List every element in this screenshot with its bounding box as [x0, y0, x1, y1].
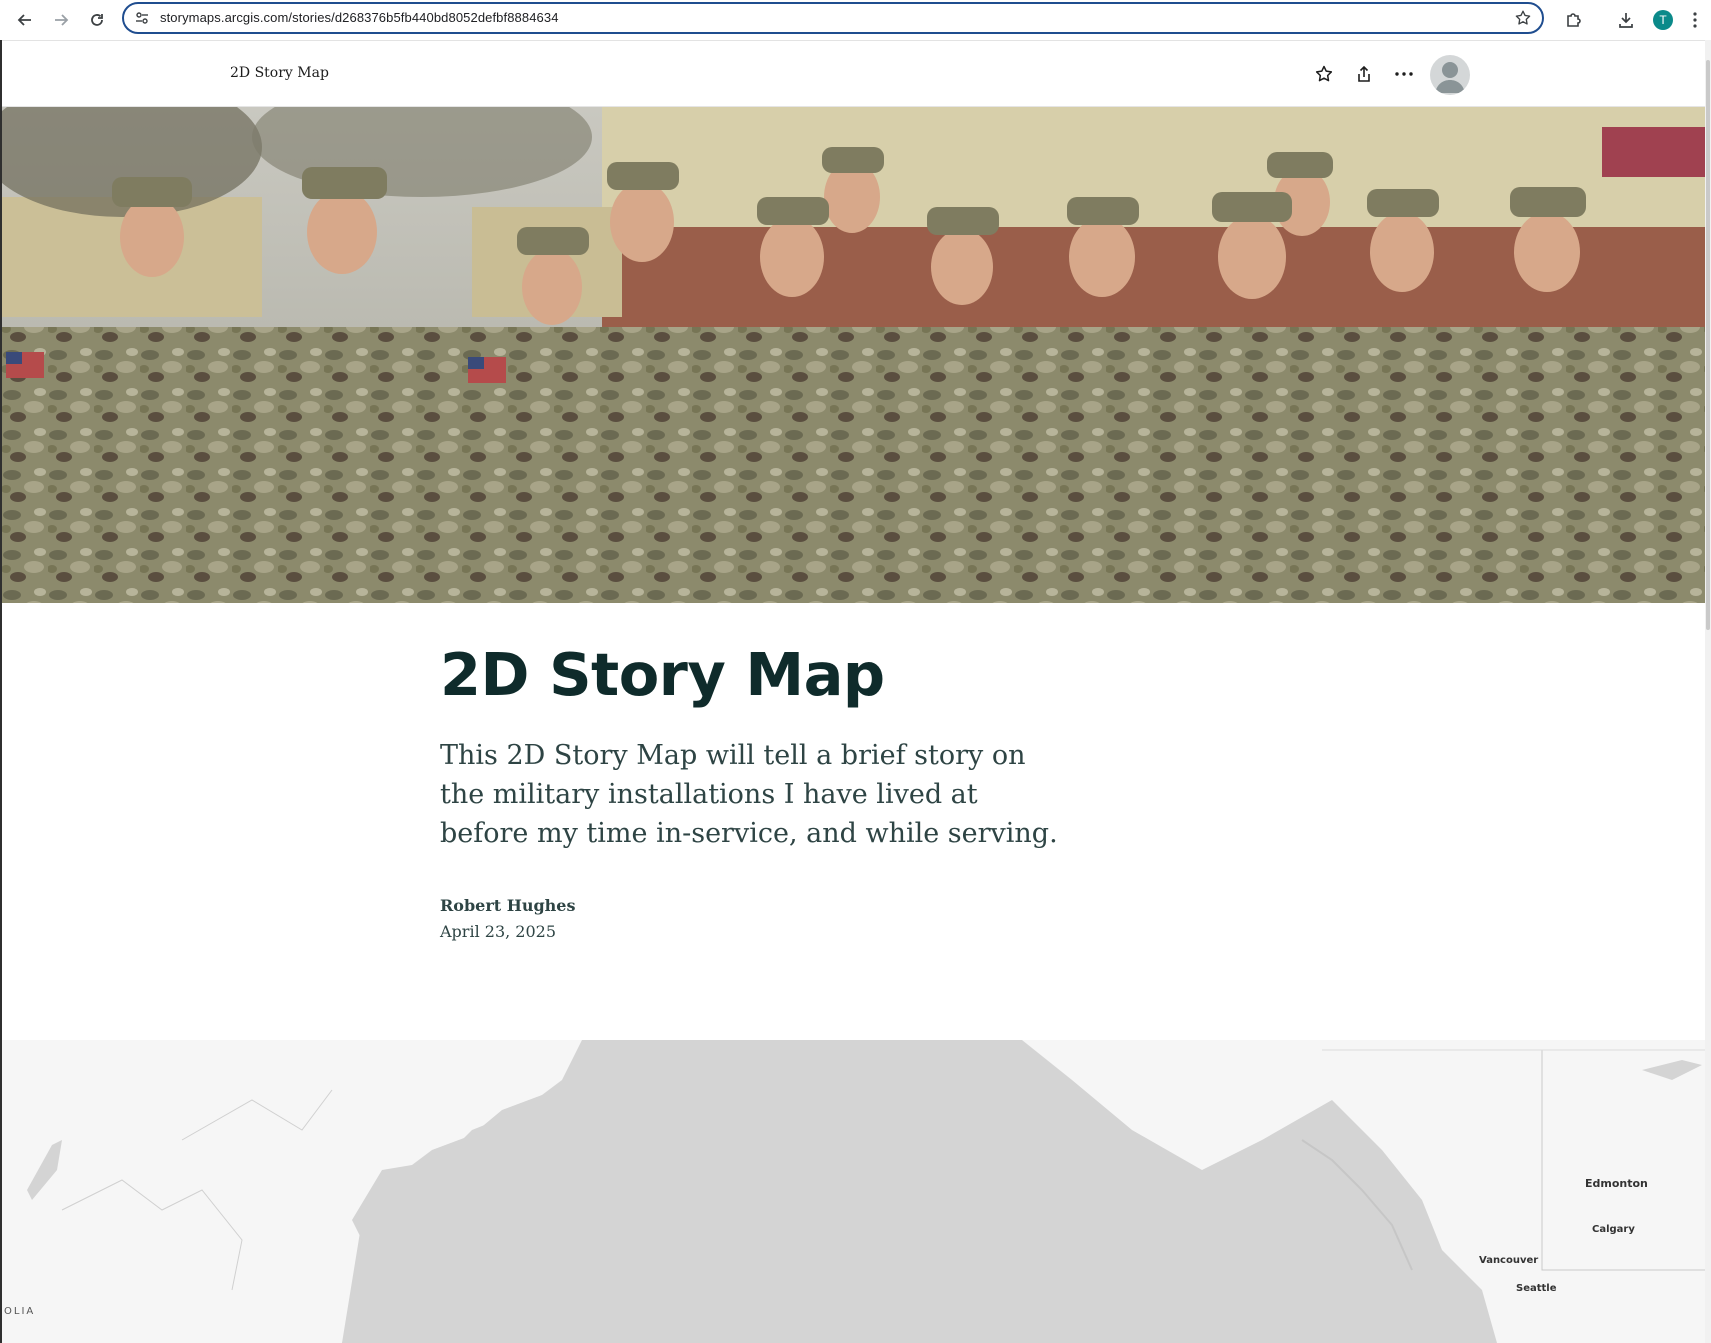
extensions-button[interactable] — [1560, 6, 1588, 34]
story-title: 2D Story Map — [440, 640, 885, 709]
ellipsis-icon — [1395, 72, 1413, 76]
arrow-right-icon — [55, 14, 69, 26]
profile-badge: T — [1653, 10, 1673, 30]
scrollbar-thumb[interactable] — [1706, 60, 1710, 630]
story-author: Robert Hughes — [440, 896, 576, 915]
tune-icon[interactable] — [134, 10, 150, 31]
user-avatar[interactable] — [1430, 55, 1470, 95]
reload-button[interactable] — [83, 6, 111, 34]
star-icon — [1315, 65, 1333, 82]
address-bar[interactable]: storymaps.arcgis.com/stories/d268376b5fb… — [122, 2, 1544, 34]
map-label-edmonton: Edmonton — [1585, 1177, 1648, 1190]
header-story-title: 2D Story Map — [230, 65, 329, 81]
story-subtitle: This 2D Story Map will tell a brief stor… — [440, 740, 1058, 849]
story-date: April 23, 2025 — [440, 922, 557, 941]
page-scrollbar[interactable] — [1705, 40, 1711, 1343]
star-icon[interactable] — [1514, 9, 1532, 32]
map-label-vancouver: Vancouver — [1479, 1255, 1539, 1266]
arrow-left-icon — [17, 14, 31, 26]
forward-button[interactable] — [47, 6, 75, 34]
browser-menu-button[interactable] — [1685, 6, 1705, 34]
download-icon — [1619, 13, 1633, 28]
user-avatar-icon — [1435, 62, 1465, 93]
kebab-icon — [1693, 12, 1697, 28]
story-map[interactable]: Edmonton Calgary Vancouver Seattle OLIA — [2, 1040, 1705, 1343]
map-basemap — [2, 1040, 1705, 1343]
story-header-bar: 2D Story Map — [2, 41, 1705, 107]
downloads-button[interactable] — [1612, 6, 1640, 34]
hero-image — [2, 107, 1705, 603]
more-options-button[interactable] — [1391, 61, 1417, 87]
url-text[interactable]: storymaps.arcgis.com/stories/d268376b5fb… — [160, 10, 559, 25]
reload-icon — [91, 14, 103, 26]
map-label-calgary: Calgary — [1592, 1224, 1635, 1235]
profile-button[interactable]: T — [1649, 6, 1677, 34]
share-icon — [1358, 65, 1370, 82]
share-button[interactable] — [1351, 61, 1377, 87]
puzzle-icon — [1567, 13, 1581, 27]
map-label-seattle: Seattle — [1516, 1283, 1557, 1294]
favorite-button[interactable] — [1311, 61, 1337, 87]
back-button[interactable] — [11, 6, 39, 34]
map-label-mongolia: OLIA — [4, 1306, 36, 1317]
browser-toolbar: storymaps.arcgis.com/stories/d268376b5fb… — [0, 0, 1711, 41]
